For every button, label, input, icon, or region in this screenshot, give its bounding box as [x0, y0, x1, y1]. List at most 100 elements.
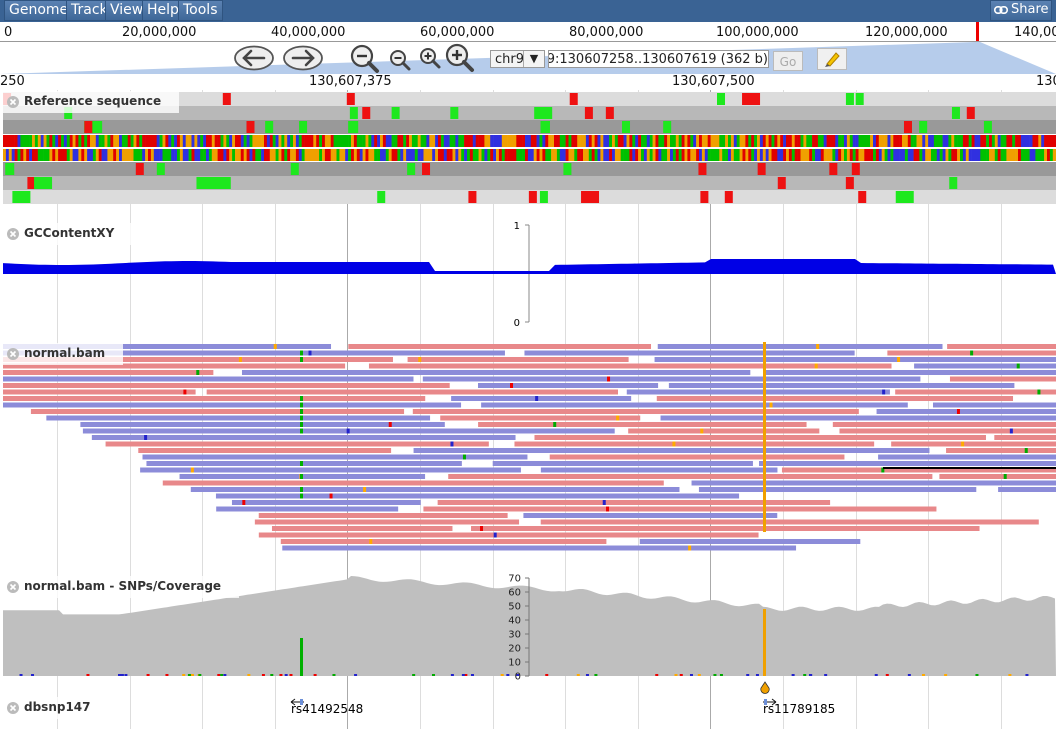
close-icon[interactable]: [7, 228, 19, 240]
base: [458, 135, 462, 147]
base: [574, 135, 578, 147]
base: [116, 149, 120, 161]
base: [730, 135, 735, 147]
pan-left-button[interactable]: [233, 44, 275, 72]
read: [626, 389, 890, 395]
base: [525, 149, 529, 161]
read: [46, 415, 431, 421]
base: [922, 149, 926, 161]
mismatch: [956, 409, 960, 414]
base: [194, 135, 198, 147]
base: [765, 135, 769, 147]
base: [426, 149, 430, 161]
track-label-reference[interactable]: Reference sequence: [3, 91, 180, 113]
base: [693, 149, 697, 161]
frame-mark: [265, 121, 274, 133]
base-tick: [506, 674, 510, 676]
read: [549, 454, 845, 460]
base: [730, 149, 735, 161]
gc-content-track[interactable]: 1 0: [0, 218, 1056, 330]
base: [736, 135, 740, 147]
snp-feature-label[interactable]: rs41492548: [291, 702, 363, 716]
frame-mark: [377, 191, 386, 203]
base: [551, 135, 555, 147]
detail-ruler[interactable]: 250 130,607,375 130,607,500 130: [0, 74, 1056, 90]
base: [884, 135, 888, 147]
zoom-in-big-button[interactable]: [444, 43, 476, 73]
base: [443, 135, 447, 147]
zoom-in-small-button[interactable]: [418, 46, 442, 70]
track-label-bam[interactable]: normal.bam: [3, 343, 124, 365]
mismatch: [242, 500, 246, 505]
location-input[interactable]: chr9:130607258..130607619 (362 b): [548, 50, 769, 68]
zoom-out-small-button[interactable]: [388, 48, 412, 72]
track-label-dbsnp[interactable]: dbsnp147: [3, 697, 109, 719]
base: [751, 135, 755, 147]
base: [374, 135, 378, 147]
menu-tools[interactable]: Tools: [178, 0, 223, 21]
base: [269, 135, 273, 147]
base: [69, 149, 73, 161]
base-tick: [585, 674, 589, 676]
snp-column: [300, 357, 303, 362]
alignments-track[interactable]: [0, 342, 1056, 562]
snp-marker-icon[interactable]: [760, 681, 770, 694]
track-label-text: Reference sequence: [24, 94, 162, 108]
close-icon[interactable]: [7, 581, 19, 593]
read: [30, 409, 405, 414]
dbsnp-track[interactable]: rs41492548 rs11789185: [0, 680, 1056, 729]
coverage-axis-label: 50: [508, 602, 521, 613]
base: [359, 135, 363, 147]
base: [223, 149, 227, 161]
overview-ruler[interactable]: 0 20,000,000 40,000,000 60,000,000 80,00…: [0, 22, 1056, 42]
base: [298, 149, 302, 161]
read: [949, 376, 1056, 382]
track-label-coverage[interactable]: normal.bam - SNPs/Coverage: [3, 576, 240, 598]
base: [498, 135, 503, 147]
menu-genome[interactable]: Genome: [4, 0, 74, 21]
close-icon[interactable]: [7, 348, 19, 360]
overview-label: 20,000,000: [122, 25, 197, 40]
base: [1026, 149, 1030, 161]
base-tick: [576, 674, 580, 676]
base: [177, 149, 181, 161]
close-icon[interactable]: [7, 96, 19, 108]
base: [345, 135, 349, 147]
base: [994, 149, 998, 161]
read: [691, 480, 1056, 486]
base: [710, 135, 714, 147]
close-icon[interactable]: [7, 702, 19, 714]
snp-feature-label[interactable]: rs11789185: [763, 702, 835, 716]
base: [519, 135, 523, 147]
go-button[interactable]: Go: [773, 51, 803, 71]
base: [913, 149, 917, 161]
base: [875, 149, 880, 161]
zoom-out-big-button[interactable]: [349, 44, 381, 74]
track-label-gc[interactable]: GCContentXY: [3, 223, 133, 245]
overview-position-marker[interactable]: [976, 22, 979, 41]
base: [487, 149, 491, 161]
base: [652, 135, 656, 147]
base: [37, 149, 41, 161]
read: [3, 396, 426, 401]
frame-mark: [346, 93, 355, 105]
base: [539, 149, 543, 161]
highlight-button[interactable]: [817, 48, 847, 70]
base: [864, 135, 868, 147]
share-button[interactable]: Share: [990, 0, 1052, 21]
chromosome-select[interactable]: chr9 ▼: [490, 50, 545, 68]
base: [336, 135, 340, 147]
read: [91, 435, 516, 440]
base: [516, 149, 520, 161]
base: [574, 149, 578, 161]
read: [891, 441, 1056, 447]
base: [928, 149, 932, 161]
base: [87, 135, 91, 147]
base: [235, 135, 239, 147]
base: [365, 149, 369, 161]
base: [316, 149, 320, 161]
pan-right-button[interactable]: [282, 44, 324, 72]
base: [11, 135, 15, 147]
base: [1044, 149, 1048, 161]
dropdown-arrow-icon[interactable]: ▼: [523, 51, 544, 67]
